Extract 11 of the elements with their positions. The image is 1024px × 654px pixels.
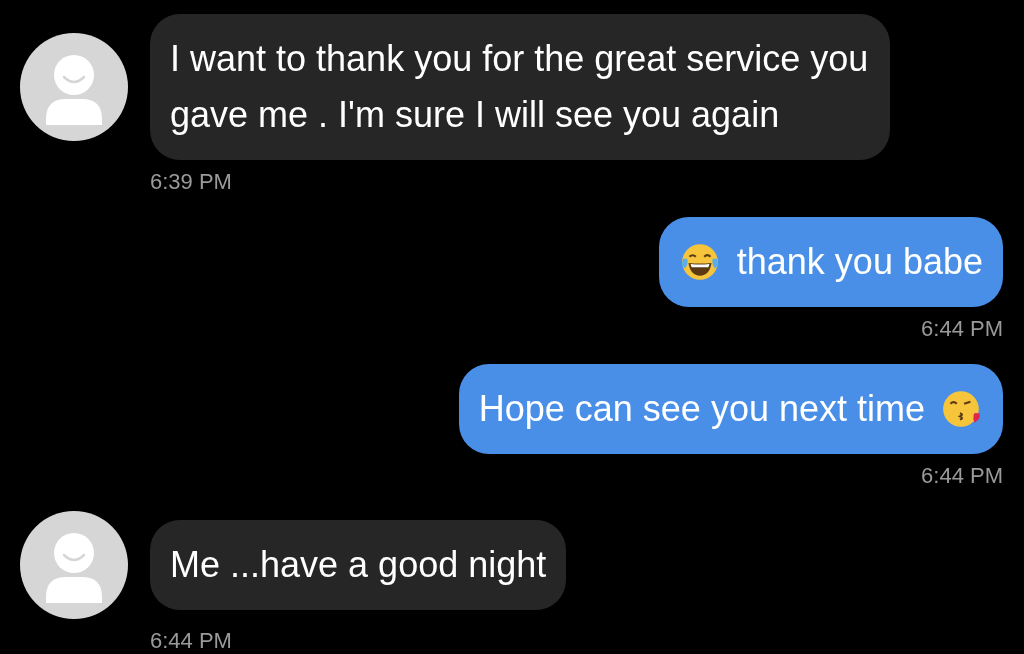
- kissing-emoji-icon: [941, 388, 983, 430]
- avatar-icon: [20, 33, 128, 141]
- timestamp: 6:44 PM: [921, 315, 1003, 343]
- message-text: Me ...have a good night: [170, 543, 547, 587]
- timestamp: 6:39 PM: [150, 168, 232, 196]
- message-text: thank you babe: [736, 240, 983, 284]
- message-text: Hope can see you next time: [478, 387, 925, 431]
- timestamp: 6:44 PM: [150, 627, 232, 654]
- message-text: I want to thank you for the great service you gave me . I'm sure I will see you again: [170, 37, 870, 137]
- timestamp: 6:44 PM: [921, 462, 1003, 490]
- avatar-icon: [20, 511, 128, 619]
